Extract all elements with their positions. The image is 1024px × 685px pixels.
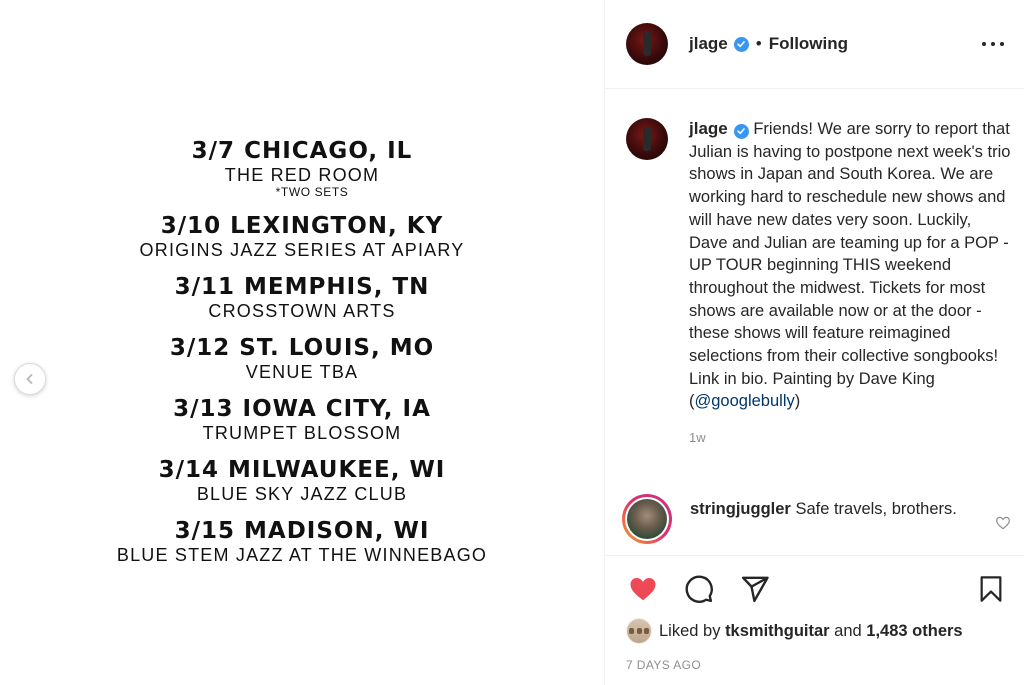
share-icon [741, 576, 769, 603]
caption-text-end: ) [794, 392, 801, 411]
post-image[interactable]: 3/7 CHICAGO, IL THE RED ROOM *TWO SETS 3… [0, 0, 604, 685]
tour-item: 3/14 MILWAUKEE, WI BLUE SKY JAZZ CLUB [0, 456, 604, 504]
tour-item: 3/7 CHICAGO, IL THE RED ROOM *TWO SETS [0, 137, 604, 199]
like-button[interactable] [626, 572, 660, 606]
post-header: jlage • Following [605, 0, 1024, 89]
post-actions: Liked by tksmithguitar and 1,483 others … [605, 555, 1024, 685]
caption-username[interactable]: jlage [689, 119, 728, 138]
avatar[interactable] [622, 494, 672, 544]
comments-section[interactable]: jlage Friends! We are sorry to report th… [605, 89, 1024, 555]
verified-badge-icon [733, 123, 749, 139]
tour-note: *TWO SETS [275, 185, 349, 199]
likes-summary[interactable]: Liked by tksmithguitar and 1,483 others [626, 618, 963, 644]
tour-item: 3/10 LEXINGTON, KY ORIGINS JAZZ SERIES A… [0, 212, 604, 260]
more-options-icon[interactable] [982, 36, 1004, 52]
separator-dot: • [755, 34, 762, 53]
tour-city: 3/12 ST. LOUIS, MO [169, 335, 435, 361]
liked-by-user[interactable]: tksmithguitar [725, 622, 830, 641]
share-button[interactable] [738, 572, 772, 606]
tour-venue: TRUMPET BLOSSOM [202, 423, 402, 443]
tour-city: 3/15 MADISON, WI [174, 518, 430, 544]
heart-outline-icon[interactable] [995, 515, 1011, 531]
tour-city: 3/7 CHICAGO, IL [191, 138, 413, 164]
verified-badge-icon [733, 36, 749, 52]
liked-by-joiner: and [834, 621, 862, 640]
save-button[interactable] [974, 572, 1008, 606]
header-username[interactable]: jlage [689, 34, 728, 54]
comment-button[interactable] [682, 572, 716, 606]
tour-venue: BLUE STEM JAZZ AT THE WINNEBAGO [116, 545, 488, 565]
caption-body: jlage Friends! We are sorry to report th… [689, 118, 1011, 413]
post-caption: jlage Friends! We are sorry to report th… [605, 89, 1024, 413]
comment-text: Safe travels, brothers. [795, 500, 957, 518]
tour-city: 3/10 LEXINGTON, KY [160, 213, 444, 239]
mention-link[interactable]: @googlebully [695, 392, 795, 410]
tour-item: 3/13 IOWA CITY, IA TRUMPET BLOSSOM [0, 395, 604, 443]
tour-item: 3/11 MEMPHIS, TN CROSSTOWN ARTS [0, 273, 604, 321]
comment-username[interactable]: stringjuggler [690, 500, 791, 518]
tour-city: 3/13 IOWA CITY, IA [173, 396, 431, 422]
post-side-panel: jlage • Following jlage Friends! We are … [604, 0, 1024, 685]
tour-item: 3/15 MADISON, WI BLUE STEM JAZZ AT THE W… [0, 517, 604, 565]
avatar[interactable] [626, 23, 668, 65]
post-date[interactable]: 7 DAYS AGO [626, 658, 701, 672]
tour-venue: THE RED ROOM [224, 165, 380, 185]
likes-count[interactable]: 1,483 others [866, 622, 962, 641]
comment-body: stringjuggler Safe travels, brothers. [690, 498, 980, 544]
tour-venue: VENUE TBA [245, 362, 359, 382]
bookmark-icon [980, 576, 1002, 602]
comment-icon [685, 575, 713, 603]
avatar[interactable] [626, 118, 668, 160]
tour-venue: BLUE SKY JAZZ CLUB [196, 484, 408, 504]
tour-venue: ORIGINS JAZZ SERIES AT APIARY [139, 240, 465, 260]
tour-dates-list: 3/7 CHICAGO, IL THE RED ROOM *TWO SETS 3… [0, 137, 604, 578]
tour-item: 3/12 ST. LOUIS, MO VENUE TBA [0, 334, 604, 382]
caption-text: Friends! We are sorry to report that Jul… [689, 120, 1011, 411]
heart-filled-icon [630, 578, 656, 601]
avatar [626, 618, 652, 644]
comment-item: stringjuggler Safe travels, brothers. [605, 494, 1024, 544]
caption-time-ago[interactable]: 1w [689, 430, 1024, 445]
tour-city: 3/14 MILWAUKEE, WI [158, 457, 446, 483]
tour-city: 3/11 MEMPHIS, TN [174, 274, 430, 300]
tour-venue: CROSSTOWN ARTS [208, 301, 396, 321]
following-button[interactable]: Following [769, 34, 848, 54]
action-bar [626, 572, 1008, 606]
liked-by-prefix: Liked by [659, 621, 721, 640]
